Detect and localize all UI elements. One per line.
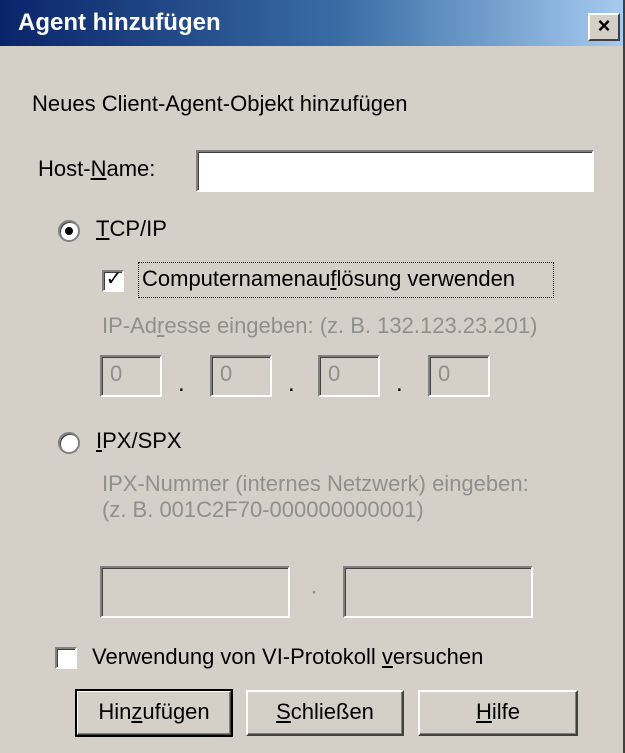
host-name-label: Host-Name: (38, 156, 156, 181)
vi-protocol-checkbox[interactable] (55, 647, 77, 669)
ip-hint: IP-Adresse eingeben: (z. B. 132.123.23.2… (102, 313, 538, 338)
ip-octet-3[interactable]: 0 (318, 355, 380, 397)
ip-separator: . (178, 370, 185, 397)
tcpip-label[interactable]: TCP/IP (96, 215, 167, 243)
host-name-input[interactable] (196, 150, 594, 192)
agent-dialog: Agent hinzufügen × Neues Client-Agent-Ob… (0, 0, 625, 753)
resolve-name-checkbox[interactable]: ✓ (102, 268, 124, 292)
ipx-separator: · (310, 578, 318, 605)
ipx-hint-line1: IPX-Nummer (internes Netzwerk) eingeben: (102, 471, 529, 496)
radio-selected-icon (65, 227, 73, 235)
ipx-hint-line2: (z. B. 001C2F70-000000000001) (102, 497, 424, 522)
help-button[interactable]: Hilfe (418, 690, 578, 736)
add-button[interactable]: Hinzufügen (75, 689, 233, 737)
title-bar[interactable]: Agent hinzufügen × (0, 0, 623, 46)
ipx-node-field[interactable] (343, 566, 533, 618)
ip-separator: . (288, 370, 295, 397)
ip-octet-2[interactable]: 0 (210, 355, 272, 397)
window-title: Agent hinzufügen (18, 9, 221, 36)
ip-separator: . (396, 370, 403, 397)
ipxspx-label[interactable]: IPX/SPX (96, 427, 182, 455)
tcpip-radio[interactable] (58, 220, 80, 242)
dialog-heading: Neues Client-Agent-Objekt hinzufügen (32, 91, 408, 116)
ipx-network-field[interactable] (100, 566, 290, 618)
ip-octet-1[interactable]: 0 (100, 355, 162, 397)
checkmark-icon: ✓ (105, 268, 123, 290)
resolve-name-label[interactable]: Computernamenauflösung verwenden (142, 265, 515, 293)
close-button[interactable]: Schließen (246, 690, 404, 736)
vi-protocol-label[interactable]: Verwendung von VI-Protokoll versuchen (92, 643, 483, 671)
ip-octet-4[interactable]: 0 (428, 355, 490, 397)
ipxspx-radio[interactable] (58, 432, 80, 454)
close-icon[interactable]: × (588, 13, 620, 41)
